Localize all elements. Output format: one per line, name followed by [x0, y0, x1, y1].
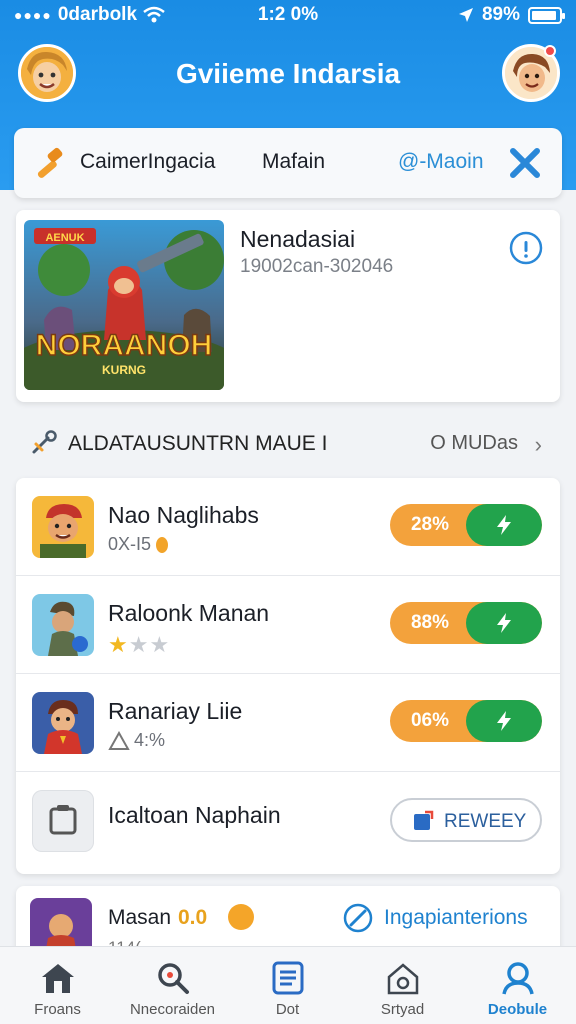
game-art-image: AENUK NORAANOH KURNG — [24, 220, 224, 390]
game-character-thumbnail — [32, 496, 94, 558]
item-meta: 0X-I5 — [108, 534, 169, 555]
nav-item-srtyad[interactable]: Srtyad — [345, 947, 460, 1024]
game-character-thumbnail — [32, 594, 94, 656]
see-more-link[interactable]: O MUDas — [430, 432, 518, 455]
bottom-nav: Froans Nnecoraiden Dot Srtyad Deobule — [0, 946, 576, 1024]
search-icon — [158, 963, 189, 994]
profile-icon — [502, 962, 534, 995]
folder-tile — [32, 790, 94, 852]
game-character-thumbnail — [32, 692, 94, 754]
home-icon — [42, 964, 74, 993]
tab-mafain[interactable]: Mafain — [262, 150, 325, 174]
item-title: Ranariay Liie — [108, 698, 243, 724]
game-thumbnail — [32, 594, 94, 656]
tab-bar: CaimerIngacia Mafain @-Maoin — [14, 128, 562, 198]
coin-icon — [156, 536, 169, 553]
nav-label: Dot — [275, 1001, 300, 1018]
clipboard-icon — [49, 805, 77, 835]
featured-subtitle: 19002can-302046 — [240, 256, 394, 277]
pill-value: 28% — [410, 514, 450, 535]
wrench-icon — [32, 430, 57, 454]
progress-pill: 06% — [390, 700, 542, 742]
featured-card[interactable]: AENUK NORAANOH KURNG Nenadasiai 19002can… — [16, 210, 560, 402]
nav-label: Deobule — [487, 1001, 548, 1018]
store-icon — [387, 963, 419, 995]
status-bar: ●●●● 0darbolk 1:2 0% 89% — [0, 0, 576, 30]
edit-icon — [414, 810, 434, 830]
chevron-right-icon[interactable]: › — [535, 432, 542, 458]
review-row[interactable]: Icaltoan Naphain REWEEY — [16, 772, 560, 870]
list-icon — [272, 961, 304, 995]
featured-badge-text: AENUK — [45, 232, 84, 244]
item-rating: ★★★ — [108, 632, 170, 658]
review-button[interactable]: REWEEY — [390, 798, 542, 842]
featured-image[interactable]: AENUK NORAANOH KURNG — [24, 220, 224, 390]
featured-art-title: NORAANOH — [36, 329, 213, 362]
nav-item-deobule[interactable]: Deobule — [460, 947, 575, 1024]
bottom-card-title: Masan — [108, 906, 172, 929]
item-title: Raloonk Manan — [108, 600, 270, 626]
review-title: Icaltoan Naphain — [108, 802, 281, 828]
section-header: ALDATAUSUNTRN MAUE I O MUDas › — [0, 420, 576, 466]
nav-label: Nnecoraiden — [129, 1001, 216, 1018]
tab-caimeringacia[interactable]: CaimerIngacia — [80, 150, 215, 174]
lightning-icon — [497, 515, 511, 535]
progress-pill: 28% — [390, 504, 542, 546]
pill-value: 88% — [410, 612, 450, 633]
featured-title: Nenadasiai — [240, 226, 356, 252]
app-title: Gviieme Indarsia — [175, 58, 401, 89]
section-title: ALDATAUSUNTRN MAUE I — [68, 432, 328, 455]
game-list: Nao Naglihabs 0X-I5 28% Raloonk Manan ★★… — [16, 478, 560, 874]
item-meta-text: 4:% — [134, 730, 166, 750]
hammer-icon[interactable] — [32, 144, 68, 180]
notification-dot — [544, 45, 556, 57]
list-item[interactable]: Ranariay Liie 4:% 06% — [16, 674, 560, 772]
pill-value: 06% — [410, 710, 450, 731]
list-item[interactable]: Nao Naglihabs 0X-I5 28% — [16, 478, 560, 576]
close-icon[interactable] — [506, 144, 544, 182]
review-label: REWEEY — [444, 811, 527, 832]
list-item[interactable]: Raloonk Manan ★★★ 88% — [16, 576, 560, 674]
boost-button[interactable] — [466, 700, 542, 742]
pen-icon — [343, 903, 373, 933]
triangle-icon — [108, 730, 130, 750]
game-thumbnail — [32, 496, 94, 558]
boost-button[interactable] — [466, 602, 542, 644]
nav-label: Froans — [34, 1001, 81, 1018]
nav-item-froans[interactable]: Froans — [0, 947, 115, 1024]
progress-pill: 88% — [390, 602, 542, 644]
battery-icon — [528, 6, 565, 24]
bottom-card-link[interactable]: Ingapianterions — [384, 906, 528, 930]
lightning-icon — [497, 613, 511, 633]
tab-maoin[interactable]: @-Maoin — [398, 150, 484, 174]
featured-art-subtitle: KURNG — [102, 363, 146, 377]
item-meta: 4:% — [108, 730, 165, 751]
battery-percent: 89% — [481, 4, 520, 25]
location-arrow-icon — [458, 8, 473, 22]
bottom-card-rating: 0.0 — [178, 906, 208, 929]
game-thumbnail — [32, 692, 94, 754]
status-right: 89% — [458, 4, 565, 26]
item-title: Nao Naglihabs — [108, 502, 259, 528]
nav-item-nnecoraiden[interactable]: Nnecoraiden — [115, 947, 230, 1024]
boost-button[interactable] — [466, 504, 542, 546]
nav-item-dot[interactable]: Dot — [230, 947, 345, 1024]
item-meta-text: 0X-I5 — [108, 534, 152, 554]
info-icon[interactable] — [508, 230, 544, 266]
rating-badge-icon — [228, 904, 254, 930]
nav-label: Srtyad — [380, 1001, 425, 1018]
lightning-icon — [497, 711, 511, 731]
star-rating: ★★★ — [108, 632, 171, 657]
